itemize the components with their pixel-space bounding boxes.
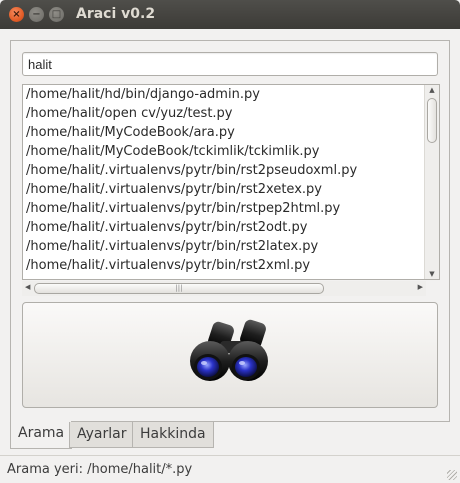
title-bar: × − □ Araci v0.2	[0, 0, 460, 29]
horizontal-scrollbar[interactable]: ◀ ||| ▶	[22, 281, 426, 296]
close-icon: ×	[12, 8, 21, 20]
list-item[interactable]: /home/halit/hd/bin/django-admin.py	[23, 85, 425, 104]
close-button[interactable]: ×	[9, 7, 24, 22]
vertical-scrollbar[interactable]: ▲ ▼	[424, 85, 439, 279]
list-item[interactable]: /home/halit/.virtualenvs/pytr/bin/rstpep…	[23, 199, 425, 218]
tab-hakkinda[interactable]: Hakkinda	[132, 422, 214, 448]
vertical-scroll-thumb[interactable]	[427, 98, 437, 143]
list-item[interactable]: /home/halit/.virtualenvs/pytr/bin/rst2xe…	[23, 180, 425, 199]
window-title: Araci v0.2	[76, 6, 156, 22]
results-list[interactable]: /home/halit/hd/bin/django-admin.py/home/…	[22, 84, 440, 280]
maximize-button[interactable]: □	[49, 7, 64, 22]
status-bar: Arama yeri: /home/halit/*.py	[0, 455, 460, 483]
minimize-button[interactable]: −	[29, 7, 44, 22]
scroll-down-icon[interactable]: ▼	[425, 270, 439, 278]
binoculars-icon	[190, 319, 268, 381]
list-item[interactable]: /home/halit/MyCodeBook/ara.py	[23, 123, 425, 142]
search-input[interactable]	[22, 52, 438, 76]
status-text: Arama yeri: /home/halit/*.py	[7, 462, 193, 477]
search-button[interactable]	[22, 302, 438, 408]
list-item[interactable]: /home/halit/.virtualenvs/pytr/bin/rst2od…	[23, 218, 425, 237]
list-item[interactable]: /home/halit/open cv/yuz/test.py	[23, 104, 425, 123]
list-item[interactable]: /home/halit/.virtualenvs/pytr/bin/rst2ps…	[23, 161, 425, 180]
scroll-left-icon[interactable]: ◀	[25, 283, 30, 291]
list-item[interactable]: /home/halit/.virtualenvs/pytr/bin/rst2xm…	[23, 256, 425, 275]
maximize-icon: □	[51, 8, 62, 20]
list-item[interactable]: /home/halit/.virtualenvs/pytr/bin/rst2la…	[23, 237, 425, 256]
scroll-right-icon[interactable]: ▶	[418, 283, 423, 291]
scroll-up-icon[interactable]: ▲	[425, 86, 439, 94]
results-list-items: /home/halit/hd/bin/django-admin.py/home/…	[23, 85, 425, 275]
list-item[interactable]: /home/halit/MyCodeBook/tckimlik/tckimlik…	[23, 142, 425, 161]
tab-ayarlar[interactable]: Ayarlar	[69, 422, 135, 448]
minimize-icon: −	[32, 8, 41, 20]
tab-arama[interactable]: Arama	[10, 421, 73, 449]
horizontal-scroll-thumb[interactable]: |||	[34, 283, 324, 294]
resize-grip-icon[interactable]	[447, 470, 457, 480]
